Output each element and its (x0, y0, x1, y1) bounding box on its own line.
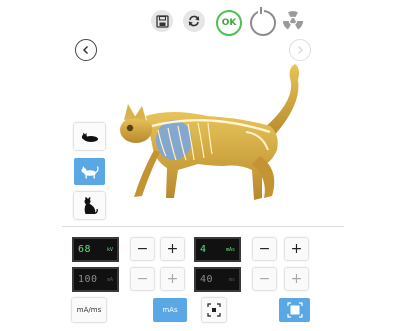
chevron-right-icon (297, 45, 304, 55)
minus-icon: − (258, 241, 271, 257)
save-icon (155, 14, 169, 28)
ms-display: 40 ms (194, 267, 241, 292)
minus-icon: − (136, 271, 149, 287)
ma-minus-button[interactable]: − (131, 268, 154, 290)
sitting-cat-icon (84, 196, 98, 214)
refresh-icon (188, 15, 200, 27)
ms-minus-button[interactable]: − (253, 268, 276, 290)
forward-button[interactable] (289, 39, 311, 61)
view-lateral-lying-button[interactable] (74, 123, 105, 150)
divider (62, 226, 344, 227)
minus-icon: − (136, 241, 149, 257)
ma-plus-button[interactable]: + (161, 268, 184, 290)
radiation-icon (283, 11, 303, 30)
ok-label: OK (221, 18, 237, 28)
collimate-full-button[interactable] (279, 298, 310, 322)
refresh-button[interactable] (183, 10, 205, 32)
lying-cat-icon (81, 132, 98, 142)
plus-icon: + (166, 271, 179, 287)
kv-display: 68 kV (72, 237, 119, 262)
cat-skeleton-illustration (120, 64, 299, 200)
standing-cat-icon (81, 165, 99, 178)
view-sitting-button[interactable] (74, 192, 105, 219)
kv-unit: kV (106, 246, 113, 253)
mas-minus-button[interactable]: − (253, 238, 276, 260)
mas-mode-label: mAs (162, 306, 178, 314)
chevron-left-icon (82, 45, 89, 55)
ms-plus-button[interactable]: + (285, 268, 308, 290)
mas-plus-button[interactable]: + (285, 238, 308, 260)
ms-value: 40 (200, 274, 214, 285)
ma-value: 100 (78, 274, 98, 285)
mas-value: 4 (200, 244, 207, 255)
kv-minus-button[interactable]: − (131, 238, 154, 260)
save-button[interactable] (151, 10, 173, 32)
ma-ms-mode-button[interactable]: mA/ms (72, 298, 106, 322)
kv-plus-button[interactable]: + (161, 238, 184, 260)
back-button[interactable] (75, 39, 97, 61)
collimator-full-icon (286, 302, 303, 318)
plus-icon: + (290, 241, 303, 257)
plus-icon: + (290, 271, 303, 287)
collimate-small-button[interactable] (202, 298, 226, 322)
minus-icon: − (258, 271, 271, 287)
radiation-button[interactable] (282, 10, 304, 32)
mas-mode-button[interactable]: mAs (153, 298, 187, 322)
ma-ms-mode-label: mA/ms (76, 306, 102, 314)
mas-unit: mAs (225, 246, 235, 253)
kv-value: 68 (78, 244, 92, 255)
collimator-small-icon (207, 303, 221, 317)
mas-display: 4 mAs (194, 237, 241, 262)
power-icon (258, 7, 264, 15)
ma-unit: mA (106, 276, 113, 283)
view-lateral-standing-button[interactable] (74, 158, 105, 185)
ma-display: 100 mA (72, 267, 119, 292)
ok-button[interactable]: OK (216, 10, 242, 36)
power-button[interactable] (250, 7, 276, 36)
plus-icon: + (166, 241, 179, 257)
ms-unit: ms (228, 276, 235, 283)
